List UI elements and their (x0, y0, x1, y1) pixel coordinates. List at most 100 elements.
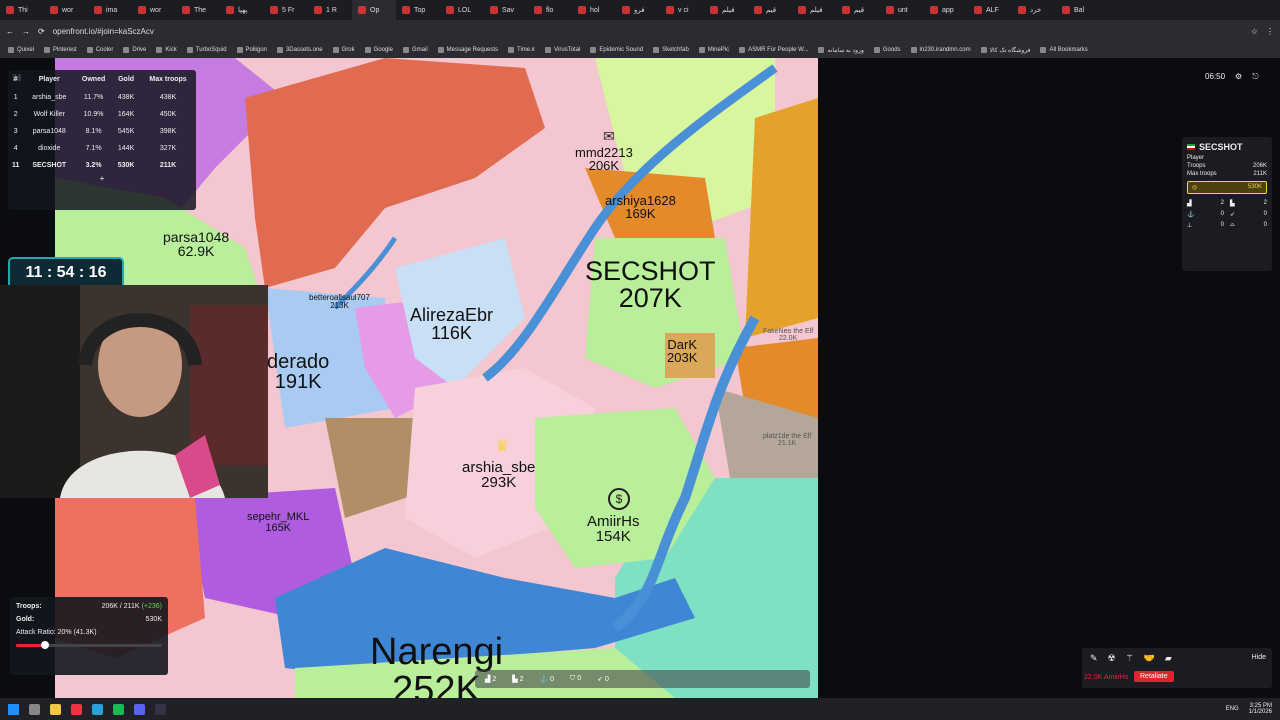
bookmark-item[interactable]: Pinterest (44, 47, 77, 53)
leaderboard-expand-button[interactable]: + (8, 174, 196, 183)
bookmark-item[interactable]: Gmail (402, 47, 428, 53)
leaderboard-row[interactable]: 2 Wolf Killer 10.9% 164K 450K (8, 106, 196, 123)
tab-favicon-icon (1018, 6, 1026, 14)
browser-tab[interactable]: Top (396, 0, 440, 20)
factory-tool[interactable]: ▙ 2 (512, 675, 523, 683)
search-icon[interactable] (29, 703, 40, 715)
bookmark-item[interactable]: ln230.irandmn.com (910, 47, 971, 53)
back-icon[interactable]: ← (6, 27, 14, 36)
leaderboard-row[interactable]: 11 SECSHOT 3.2% 530K 211K (8, 157, 196, 174)
tab-title: 5 Fr (282, 6, 295, 14)
port-tool[interactable]: ⚓ 0 (539, 675, 554, 683)
bookmark-item[interactable]: Message Requests (437, 47, 498, 53)
browser-tab[interactable]: Op (352, 0, 396, 20)
browser-tab[interactable]: Thi (0, 0, 44, 20)
browser-tab[interactable]: ALF (968, 0, 1012, 20)
defense-tool[interactable]: ⛉ 0 (570, 675, 581, 683)
bookmark-item[interactable]: VirusTotal (545, 47, 580, 53)
browser-tab[interactable]: پهپا (220, 0, 264, 20)
browser-tab[interactable]: flo (528, 0, 572, 20)
leaderboard-header[interactable]: Gold (112, 70, 140, 89)
browser-tab[interactable]: فرو (616, 0, 660, 20)
bookmark-item[interactable]: Drive (123, 47, 146, 53)
attack-ratio-knob[interactable] (41, 641, 50, 649)
bookmark-item[interactable]: All Bookmarks (1040, 47, 1088, 53)
bookmark-item[interactable]: MinePic (698, 47, 729, 53)
chat-icon[interactable]: ▰ (1165, 653, 1172, 664)
browser-tab[interactable]: The (176, 0, 220, 20)
browser-tab[interactable]: قیم (748, 0, 792, 20)
telegram-icon[interactable] (92, 703, 103, 715)
tab-title: قیم (766, 7, 777, 14)
clock-date[interactable]: 1/1/2026 (1249, 709, 1272, 715)
browser-tab[interactable]: 1 R (308, 0, 352, 20)
bookmark-item[interactable]: Epidemic Sound (590, 47, 643, 53)
leaderboard-header[interactable]: Max troops (140, 70, 196, 89)
tab-title: Sav (502, 6, 515, 14)
retaliate-button[interactable]: Retaliate (1134, 671, 1174, 682)
bookmark-icon (910, 47, 917, 53)
bookmark-item[interactable]: فروشگاه تک کالا (980, 47, 1030, 54)
browser-tab[interactable]: wor (132, 0, 176, 20)
star-icon[interactable]: ☆ (1251, 27, 1258, 36)
leaderboard-row[interactable]: 3 parsa1048 8.1% 545K 398K (8, 123, 196, 140)
menu-icon[interactable]: ⋮ (1266, 27, 1274, 36)
brush-icon[interactable]: ✎ (1090, 653, 1098, 664)
browser-tab[interactable]: wor (44, 0, 88, 20)
leaderboard-cell: 4 (13, 145, 18, 152)
exit-icon[interactable]: ⎋ (1252, 72, 1258, 82)
city-tool[interactable]: ▟ 2 (485, 675, 496, 683)
leaderboard-header[interactable]: Owned (75, 70, 112, 89)
forward-icon[interactable]: → (22, 27, 30, 36)
browser-tab[interactable]: v ci (660, 0, 704, 20)
hide-button[interactable]: Hide (1252, 654, 1266, 661)
bookmark-item[interactable]: Time.ir (508, 47, 535, 53)
browser-tab[interactable]: 5 Fr (264, 0, 308, 20)
bookmark-item[interactable]: TurboSquid (186, 47, 227, 53)
settings-icon[interactable]: ⚙ (1235, 72, 1242, 82)
wand-icon[interactable]: ⚚ (1126, 653, 1134, 664)
browser-tab[interactable]: unt (880, 0, 924, 20)
bookmark-item[interactable]: Grok (332, 47, 355, 53)
browser-tab[interactable]: Bal (1056, 0, 1100, 20)
browser-tab[interactable]: فیلم (704, 0, 748, 20)
bookmark-item[interactable]: Poliigon (236, 47, 267, 53)
bookmark-item[interactable]: Kick (156, 47, 177, 53)
bookmark-item[interactable]: 3Dassets.one (276, 47, 323, 53)
discord-icon[interactable] (134, 703, 145, 715)
windows-start-icon[interactable] (8, 703, 19, 715)
bookmark-icon (402, 47, 409, 53)
bookmark-item[interactable]: Goods (873, 47, 901, 53)
browser-tab[interactable]: hol (572, 0, 616, 20)
language-indicator[interactable]: ENG (1226, 706, 1239, 712)
player-role: Player (1187, 155, 1205, 161)
attack-ratio-slider[interactable] (16, 641, 162, 649)
chrome-icon[interactable] (71, 703, 82, 715)
browser-tab[interactable]: ima (88, 0, 132, 20)
browser-tab[interactable]: فیلم (792, 0, 836, 20)
leaderboard-row[interactable]: 1 arshia_sbe 11.7% 438K 438K (8, 89, 196, 106)
bookmark-item[interactable]: ورود به سامانه (818, 47, 864, 54)
browser-tab[interactable]: LOL (440, 0, 484, 20)
browser-tab[interactable]: app (924, 0, 968, 20)
bookmark-item[interactable]: Sketchfab (653, 47, 689, 53)
browser-tab[interactable]: Sav (484, 0, 528, 20)
handshake-icon[interactable]: 🤝 (1144, 653, 1155, 664)
files-icon[interactable] (50, 703, 61, 715)
steam-icon[interactable] (155, 703, 166, 715)
missile-tool[interactable]: ➶ 0 (597, 675, 609, 683)
leaderboard-row[interactable]: 4 dioxide 7.1% 144K 327K (8, 140, 196, 157)
browser-tab[interactable]: قیم (836, 0, 880, 20)
spotify-icon[interactable] (113, 703, 124, 715)
bookmark-item[interactable]: Cooler (86, 47, 113, 53)
url-field[interactable]: openfront.io/#join=kaSczAcv (53, 27, 1243, 36)
reload-icon[interactable]: ⟳ (38, 27, 45, 36)
bookmark-item[interactable]: ASMR For People W... (739, 47, 808, 53)
browser-tab[interactable]: خرد (1012, 0, 1056, 20)
bookmark-label: Gmail (411, 47, 428, 53)
bookmark-item[interactable]: Quixel (8, 47, 34, 53)
bookmark-item[interactable]: Google (364, 47, 393, 53)
tab-title: LOL (458, 6, 472, 14)
bookmark-label: TurboSquid (195, 47, 227, 53)
nuke-icon[interactable]: ☢ (1108, 653, 1116, 664)
